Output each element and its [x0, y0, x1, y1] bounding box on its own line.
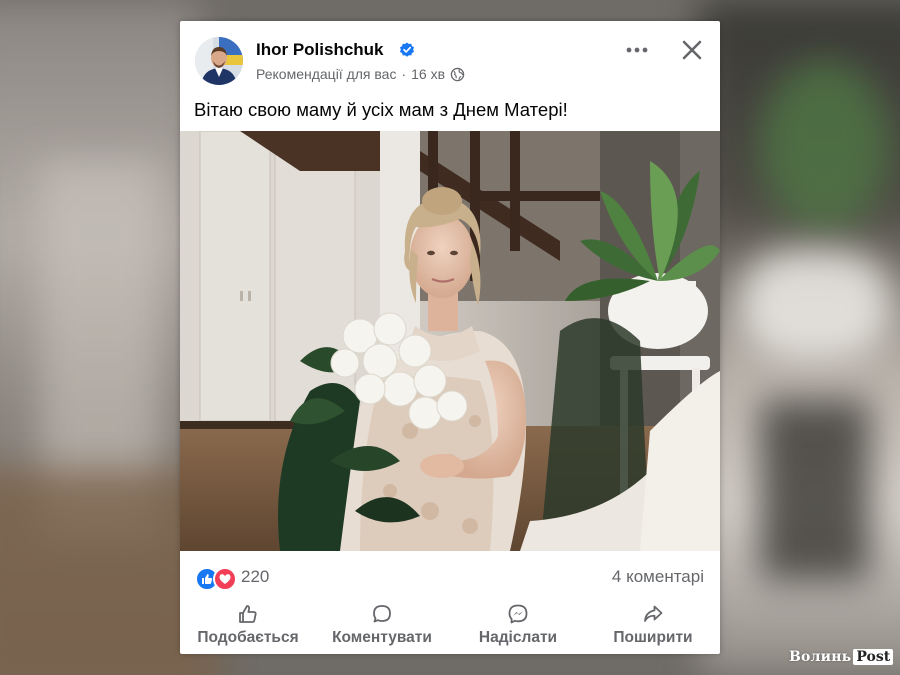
post-meta: Рекомендації для вас · 16 хв [256, 66, 465, 82]
comment-button-label: Коментувати [332, 629, 432, 646]
facebook-post-card: Ihor Polishchuk Рекомендації для вас · 1… [180, 21, 720, 654]
volyn-post-watermark: Волинь Post [789, 648, 894, 666]
thumbs-up-icon [239, 605, 257, 623]
author-name[interactable]: Ihor Polishchuk [256, 40, 384, 60]
reactions-row: 220 4 коментарі [180, 561, 720, 591]
meta-separator: · [401, 66, 407, 82]
author-avatar[interactable] [195, 37, 243, 85]
globe-icon [450, 67, 465, 81]
like-button-label: Подобається [197, 629, 299, 646]
comments-count[interactable]: 4 коментарі [612, 567, 704, 587]
post-text: Вітаю свою маму й усіх мам з Днем Матері… [194, 99, 568, 120]
send-button[interactable]: Надіслати [468, 599, 568, 649]
recommended-label: Рекомендації для вас [256, 66, 397, 82]
more-options-icon[interactable] [624, 41, 650, 59]
post-actions-bar: Подобається Коментувати Надіслати Пошири… [180, 599, 720, 649]
share-button-label: Поширити [613, 629, 693, 646]
love-reaction-icon[interactable] [213, 567, 237, 591]
comment-bubble-icon [373, 605, 391, 623]
close-icon[interactable] [680, 38, 704, 62]
post-header: Ihor Polishchuk Рекомендації для вас · 1… [180, 21, 720, 91]
comment-button[interactable]: Коментувати [322, 599, 442, 649]
verified-badge-icon [400, 42, 414, 57]
like-button[interactable]: Подобається [188, 599, 308, 649]
post-timestamp[interactable]: 16 хв [411, 66, 445, 82]
post-photo[interactable] [180, 131, 720, 551]
share-button[interactable]: Поширити [598, 599, 708, 649]
share-arrow-icon [644, 605, 663, 622]
watermark-brand: Волинь [789, 649, 852, 665]
reactions-count[interactable]: 220 [241, 567, 269, 587]
send-button-label: Надіслати [478, 629, 558, 646]
messenger-icon [508, 604, 528, 624]
watermark-box: Post [853, 649, 894, 665]
